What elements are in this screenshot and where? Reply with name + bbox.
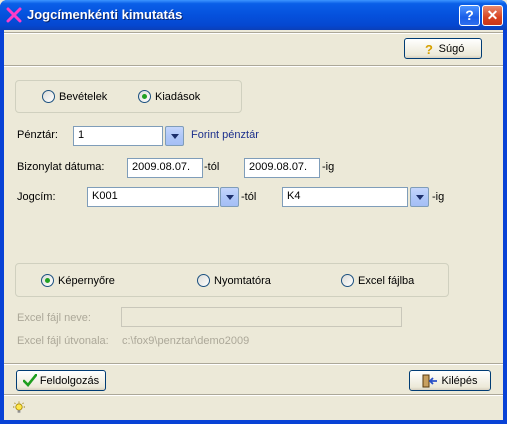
title-from-select[interactable]: K001 xyxy=(87,187,219,207)
excel-filename-label: Excel fájl neve: xyxy=(17,312,91,324)
title-to-dropdown-icon[interactable] xyxy=(410,187,429,207)
help-icon: ? xyxy=(425,42,433,56)
radio-income-indicator xyxy=(42,90,55,103)
title-help-button[interactable]: ? xyxy=(459,5,480,26)
excel-filename-input[interactable] xyxy=(121,307,402,327)
radio-expenses[interactable]: Kiadások xyxy=(138,90,200,103)
radio-screen-indicator xyxy=(41,274,54,287)
radio-expenses-label: Kiadások xyxy=(155,90,201,103)
lightbulb-icon xyxy=(13,401,25,413)
checkmark-icon xyxy=(22,374,37,387)
date-from-suffix: -tól xyxy=(204,161,220,173)
radio-excel[interactable]: Excel fájlba xyxy=(341,274,414,287)
statusbar-divider xyxy=(4,394,503,396)
top-divider xyxy=(4,32,503,34)
cashbox-select[interactable]: 1 xyxy=(73,126,163,146)
cashbox-dropdown-icon[interactable] xyxy=(165,126,184,146)
title-bar[interactable]: Jogcímenkénti kimutatás ? ✕ xyxy=(0,0,507,30)
title-close-button[interactable]: ✕ xyxy=(482,5,503,26)
title-label: Jogcím: xyxy=(17,191,56,203)
radio-expenses-indicator xyxy=(138,90,151,103)
exit-button[interactable]: Kilépés xyxy=(409,370,491,391)
radio-printer[interactable]: Nyomtatóra xyxy=(197,274,271,287)
radio-income[interactable]: Bevételek xyxy=(42,90,107,103)
date-from-field[interactable]: 2009.08.07. xyxy=(127,158,203,178)
help-button-label: Súgó xyxy=(438,42,465,55)
date-to-field[interactable]: 2009.08.07. xyxy=(244,158,320,178)
radio-excel-indicator xyxy=(341,274,354,287)
date-to-suffix: -ig xyxy=(322,161,335,173)
process-button-label: Feldolgozás xyxy=(39,374,100,387)
excel-path-value: c:\fox9\penztar\demo2009 xyxy=(122,335,250,347)
excel-path-label: Excel fájl útvonala: xyxy=(17,335,109,347)
process-button[interactable]: Feldolgozás xyxy=(16,370,106,391)
report-type-group: Bevételek Kiadások xyxy=(15,80,242,113)
radio-excel-label: Excel fájlba xyxy=(358,274,415,287)
dialog-body: ? Súgó Bevételek Kiadások Pénztár: 1 For… xyxy=(4,30,503,420)
app-window: Jogcímenkénti kimutatás ? ✕ ? Súgó Bevét… xyxy=(0,0,507,424)
title-to-suffix: -ig xyxy=(432,191,445,203)
cashbox-label: Pénztár: xyxy=(17,129,58,141)
radio-income-label: Bevételek xyxy=(59,90,108,103)
title-from-dropdown-icon[interactable] xyxy=(220,187,239,207)
title-to-select[interactable]: K4 xyxy=(282,187,408,207)
svg-text:?: ? xyxy=(425,42,433,56)
footer-divider xyxy=(4,363,503,365)
cashbox-name: Forint pénztár xyxy=(191,129,259,141)
exit-button-label: Kilépés xyxy=(441,374,478,387)
radio-printer-indicator xyxy=(197,274,210,287)
app-logo-icon xyxy=(6,7,22,23)
help-button[interactable]: ? Súgó xyxy=(404,38,482,59)
title-from-suffix: -tól xyxy=(241,191,257,203)
window-title: Jogcímenkénti kimutatás xyxy=(27,7,183,22)
radio-screen[interactable]: Képernyőre xyxy=(41,274,115,287)
exit-door-icon xyxy=(422,374,438,387)
radio-screen-label: Képernyőre xyxy=(58,274,115,287)
output-group: Képernyőre Nyomtatóra Excel fájlba xyxy=(15,263,449,297)
header-divider xyxy=(4,65,503,67)
date-label: Bizonylat dátuma: xyxy=(17,161,105,173)
radio-printer-label: Nyomtatóra xyxy=(214,274,271,287)
